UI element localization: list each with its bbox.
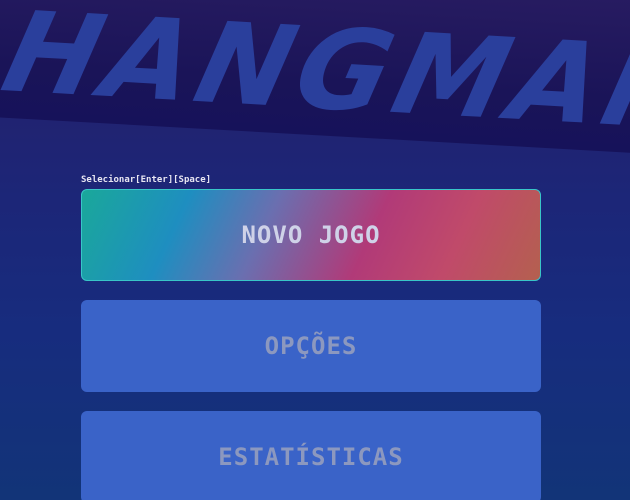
statistics-button[interactable]: ESTATÍSTICAS (81, 411, 541, 500)
game-title: HANGMAN (0, 0, 630, 156)
options-button[interactable]: OPÇÕES (81, 300, 541, 392)
new-game-button[interactable]: NOVO JOGO (81, 189, 541, 281)
select-hint: Selecionar[Enter][Space] (81, 175, 212, 185)
